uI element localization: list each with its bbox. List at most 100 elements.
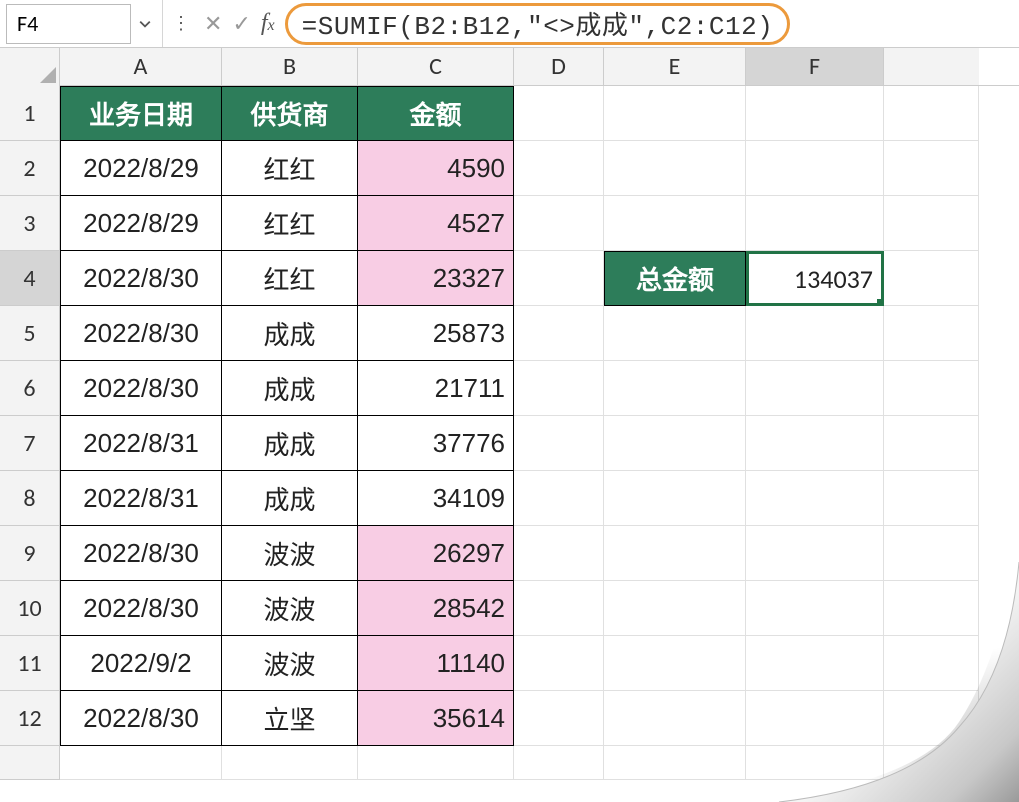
cell-empty[interactable] <box>604 196 746 251</box>
total-label-cell[interactable]: 总金额 <box>604 251 746 306</box>
cell-date[interactable]: 2022/8/30 <box>60 691 222 746</box>
row-head[interactable]: 2 <box>0 141 60 196</box>
cell-amount[interactable]: 26297 <box>358 526 514 581</box>
row-head[interactable]: 4 <box>0 251 60 306</box>
cell-amount[interactable]: 11140 <box>358 636 514 691</box>
row-head[interactable]: 8 <box>0 471 60 526</box>
cell-empty[interactable] <box>604 416 746 471</box>
cell-supplier[interactable]: 红红 <box>222 141 358 196</box>
col-head-a[interactable]: A <box>60 48 222 85</box>
cell-empty[interactable] <box>514 471 604 526</box>
cell-empty[interactable] <box>746 636 884 691</box>
cell-amount[interactable]: 34109 <box>358 471 514 526</box>
cell-empty[interactable] <box>604 636 746 691</box>
cell-date[interactable]: 2022/8/30 <box>60 306 222 361</box>
row-head[interactable]: 1 <box>0 86 60 141</box>
cell-date[interactable]: 2022/9/2 <box>60 636 222 691</box>
header-date[interactable]: 业务日期 <box>60 86 222 141</box>
name-box[interactable]: F4 <box>6 4 131 44</box>
cell-empty[interactable] <box>884 416 979 471</box>
row-head[interactable] <box>0 746 60 780</box>
cell-empty[interactable] <box>60 746 222 780</box>
cell-empty[interactable] <box>222 746 358 780</box>
col-head-e[interactable]: E <box>604 48 746 85</box>
cell-empty[interactable] <box>514 141 604 196</box>
cell-empty[interactable] <box>746 526 884 581</box>
cell-amount[interactable]: 4527 <box>358 196 514 251</box>
col-head-empty[interactable] <box>884 48 979 85</box>
cell-empty[interactable] <box>514 306 604 361</box>
row-head[interactable]: 11 <box>0 636 60 691</box>
header-amount[interactable]: 金额 <box>358 86 514 141</box>
col-head-d[interactable]: D <box>514 48 604 85</box>
cancel-icon[interactable]: ✕ <box>204 11 222 37</box>
cell-empty[interactable] <box>884 196 979 251</box>
row-head[interactable]: 10 <box>0 581 60 636</box>
cell-date[interactable]: 2022/8/29 <box>60 196 222 251</box>
cell-supplier[interactable]: 波波 <box>222 636 358 691</box>
cell-supplier[interactable]: 成成 <box>222 471 358 526</box>
cell-empty[interactable] <box>604 746 746 780</box>
cell-empty[interactable] <box>604 471 746 526</box>
cell-empty[interactable] <box>746 746 884 780</box>
cell-supplier[interactable]: 立坚 <box>222 691 358 746</box>
cell-empty[interactable] <box>604 86 746 141</box>
cell-supplier[interactable]: 成成 <box>222 416 358 471</box>
cell-supplier[interactable]: 红红 <box>222 196 358 251</box>
cell-empty[interactable] <box>514 251 604 306</box>
col-head-c[interactable]: C <box>358 48 514 85</box>
cell-empty[interactable] <box>746 306 884 361</box>
fx-icon[interactable]: fx <box>261 10 275 37</box>
cell-empty[interactable] <box>746 196 884 251</box>
row-head[interactable]: 12 <box>0 691 60 746</box>
cell-amount[interactable]: 4590 <box>358 141 514 196</box>
row-head[interactable]: 6 <box>0 361 60 416</box>
cell-empty[interactable] <box>746 361 884 416</box>
cell-date[interactable]: 2022/8/30 <box>60 251 222 306</box>
cell-empty[interactable] <box>746 691 884 746</box>
cell-empty[interactable] <box>514 196 604 251</box>
cell-empty[interactable] <box>514 416 604 471</box>
row-head[interactable]: 7 <box>0 416 60 471</box>
cell-empty[interactable] <box>514 526 604 581</box>
col-head-b[interactable]: B <box>222 48 358 85</box>
cell-empty[interactable] <box>604 526 746 581</box>
cell-empty[interactable] <box>746 471 884 526</box>
cell-amount[interactable]: 21711 <box>358 361 514 416</box>
cell-empty[interactable] <box>884 581 979 636</box>
row-head[interactable]: 3 <box>0 196 60 251</box>
cell-empty[interactable] <box>884 636 979 691</box>
cell-empty[interactable] <box>884 86 979 141</box>
cell-empty[interactable] <box>358 746 514 780</box>
cell-empty[interactable] <box>514 581 604 636</box>
cell-amount[interactable]: 23327 <box>358 251 514 306</box>
total-value-cell[interactable]: 134037 <box>746 251 884 306</box>
cell-date[interactable]: 2022/8/30 <box>60 526 222 581</box>
cell-empty[interactable] <box>884 361 979 416</box>
cell-empty[interactable] <box>514 361 604 416</box>
cell-supplier[interactable]: 波波 <box>222 581 358 636</box>
cell-supplier[interactable]: 波波 <box>222 526 358 581</box>
cell-amount[interactable]: 28542 <box>358 581 514 636</box>
cell-empty[interactable] <box>514 86 604 141</box>
select-all-button[interactable] <box>0 48 60 86</box>
cell-supplier[interactable]: 红红 <box>222 251 358 306</box>
cell-empty[interactable] <box>884 746 979 780</box>
cell-empty[interactable] <box>746 86 884 141</box>
cell-empty[interactable] <box>884 251 979 306</box>
cell-empty[interactable] <box>604 581 746 636</box>
row-head[interactable]: 9 <box>0 526 60 581</box>
col-head-f[interactable]: F <box>746 48 884 85</box>
cell-empty[interactable] <box>746 416 884 471</box>
cell-empty[interactable] <box>604 361 746 416</box>
cell-supplier[interactable]: 成成 <box>222 306 358 361</box>
cell-amount[interactable]: 37776 <box>358 416 514 471</box>
cell-empty[interactable] <box>604 141 746 196</box>
cell-date[interactable]: 2022/8/30 <box>60 361 222 416</box>
cell-empty[interactable] <box>884 526 979 581</box>
cell-empty[interactable] <box>884 691 979 746</box>
row-head[interactable]: 5 <box>0 306 60 361</box>
cell-amount[interactable]: 35614 <box>358 691 514 746</box>
cell-date[interactable]: 2022/8/31 <box>60 471 222 526</box>
cell-empty[interactable] <box>514 746 604 780</box>
